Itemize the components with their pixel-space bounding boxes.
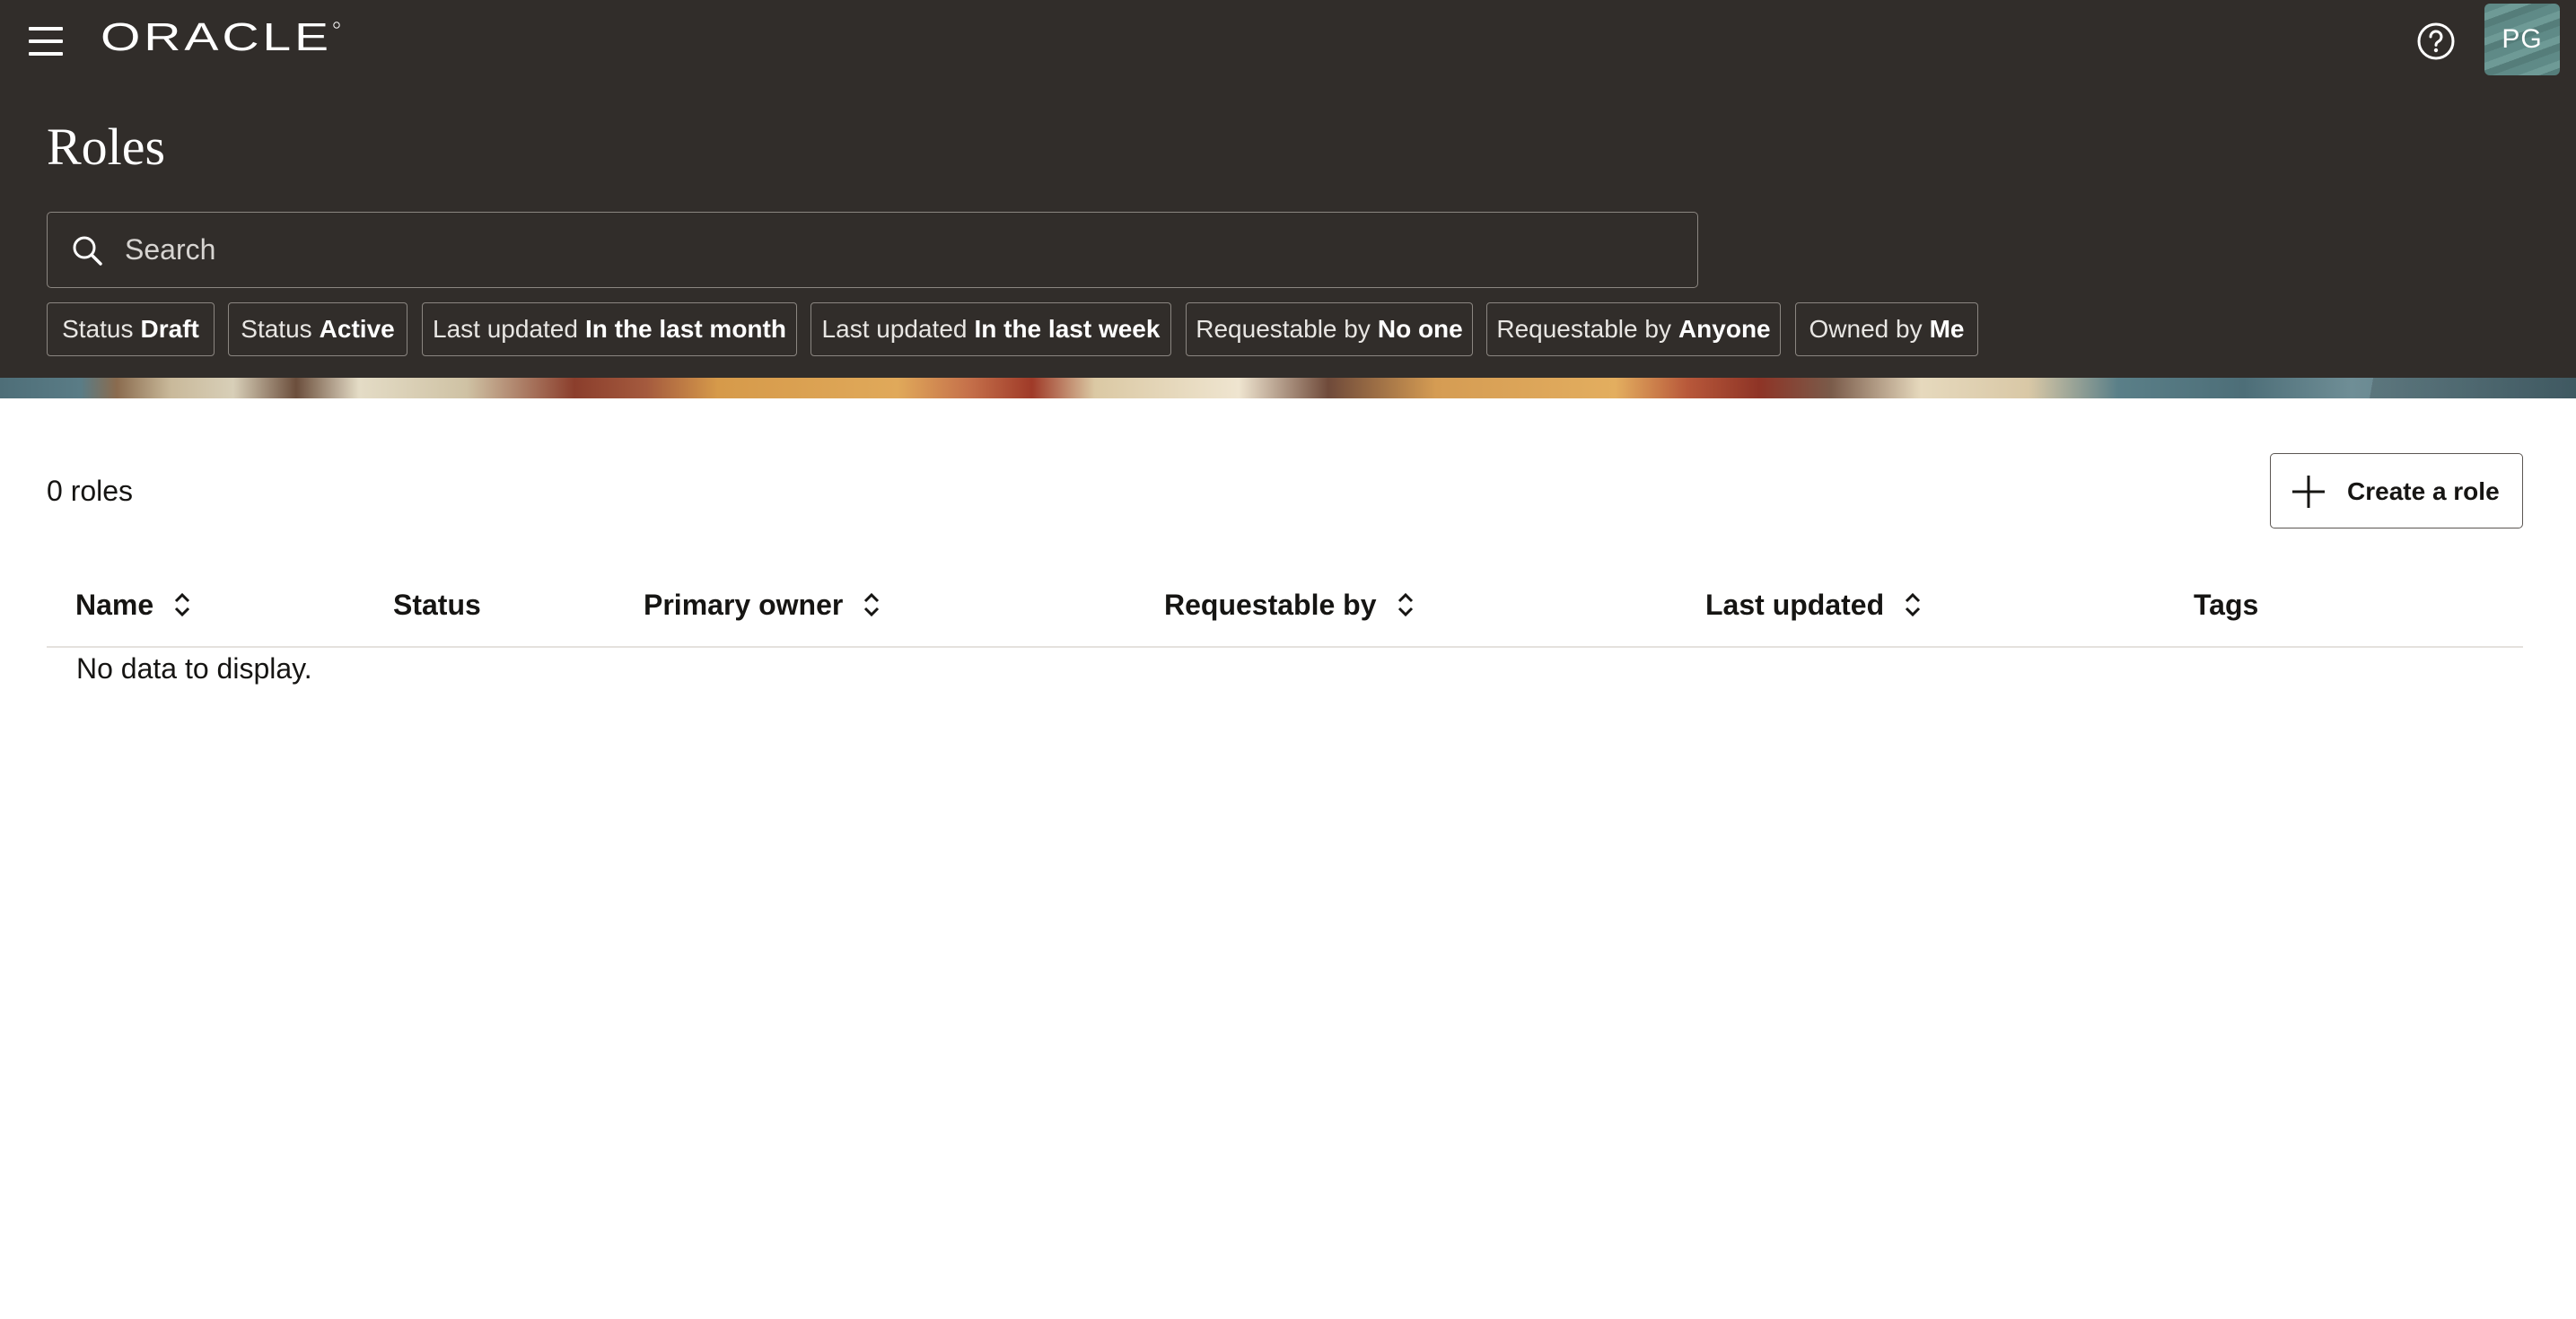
search-icon bbox=[73, 236, 102, 266]
filter-chip-value: Me bbox=[1929, 315, 1965, 343]
oracle-logo: ORACLE bbox=[101, 15, 340, 59]
filter-chip-value: Draft bbox=[140, 315, 199, 343]
filter-chip-key: Last updated bbox=[821, 315, 968, 343]
filter-chip-key: Status bbox=[241, 315, 312, 343]
sort-icon bbox=[175, 592, 190, 617]
menu-icon[interactable] bbox=[27, 25, 66, 57]
column-header-label: Primary owner bbox=[644, 588, 844, 621]
avatar[interactable]: PG bbox=[2484, 4, 2560, 75]
plus-icon bbox=[2292, 476, 2325, 508]
filter-chip-last-updated-month[interactable]: Last updated In the last month bbox=[422, 302, 797, 356]
table-divider bbox=[47, 646, 2523, 648]
brand-text: ORACLE bbox=[101, 15, 332, 59]
help-icon[interactable] bbox=[2414, 20, 2458, 63]
create-role-button[interactable]: Create a role bbox=[2270, 453, 2523, 528]
filter-chip-value: In the last week bbox=[974, 315, 1161, 343]
top-bar: ORACLE PG bbox=[0, 0, 2576, 83]
column-header-requestable-by[interactable]: Requestable by bbox=[1164, 585, 1418, 625]
filter-chip-key: Requestable by bbox=[1196, 315, 1371, 343]
column-header-label: Requestable by bbox=[1164, 588, 1377, 621]
filter-chip-status-draft[interactable]: Status Draft bbox=[47, 302, 215, 356]
filter-chip-last-updated-week[interactable]: Last updated In the last week bbox=[810, 302, 1171, 356]
page-title: Roles bbox=[47, 118, 166, 176]
column-header-label: Tags bbox=[2194, 588, 2259, 621]
decorative-banner bbox=[0, 378, 2576, 398]
filter-chip-value: In the last month bbox=[584, 315, 786, 343]
filter-chip-key: Last updated bbox=[433, 315, 578, 343]
filter-chip-value: Anyone bbox=[1678, 315, 1771, 343]
column-header-last-updated[interactable]: Last updated bbox=[1705, 585, 1925, 625]
search-input[interactable] bbox=[125, 213, 1651, 286]
column-header-label: Name bbox=[75, 588, 154, 621]
filter-chip-key: Status bbox=[62, 315, 134, 343]
filter-chip-key: Requestable by bbox=[1496, 315, 1671, 343]
column-header-name[interactable]: Name bbox=[75, 585, 195, 625]
column-header-label: Status bbox=[393, 588, 481, 621]
roles-count: 0 roles bbox=[47, 475, 134, 507]
avatar-initials: PG bbox=[2502, 24, 2543, 54]
empty-table-message: No data to display. bbox=[76, 652, 312, 685]
column-header-tags: Tags bbox=[2194, 585, 2258, 625]
filter-chip-requestable-anyone[interactable]: Requestable by Anyone bbox=[1486, 302, 1781, 356]
sort-icon bbox=[864, 592, 880, 617]
create-role-label: Create a role bbox=[2347, 477, 2500, 505]
filter-chip-key: Owned by bbox=[1809, 315, 1923, 343]
filter-chip-value: Active bbox=[319, 315, 395, 343]
search-box[interactable] bbox=[47, 212, 1698, 288]
column-header-label: Last updated bbox=[1705, 588, 1885, 621]
column-header-status: Status bbox=[393, 585, 481, 625]
column-header-primary-owner[interactable]: Primary owner bbox=[644, 585, 884, 625]
filter-chip-value: No one bbox=[1377, 315, 1463, 343]
filter-chip-requestable-no-one[interactable]: Requestable by No one bbox=[1186, 302, 1473, 356]
sort-icon bbox=[1906, 592, 1921, 617]
filter-chip-owned-by-me[interactable]: Owned by Me bbox=[1795, 302, 1978, 356]
sort-icon bbox=[1398, 592, 1413, 617]
filter-chip-status-active[interactable]: Status Active bbox=[228, 302, 407, 356]
